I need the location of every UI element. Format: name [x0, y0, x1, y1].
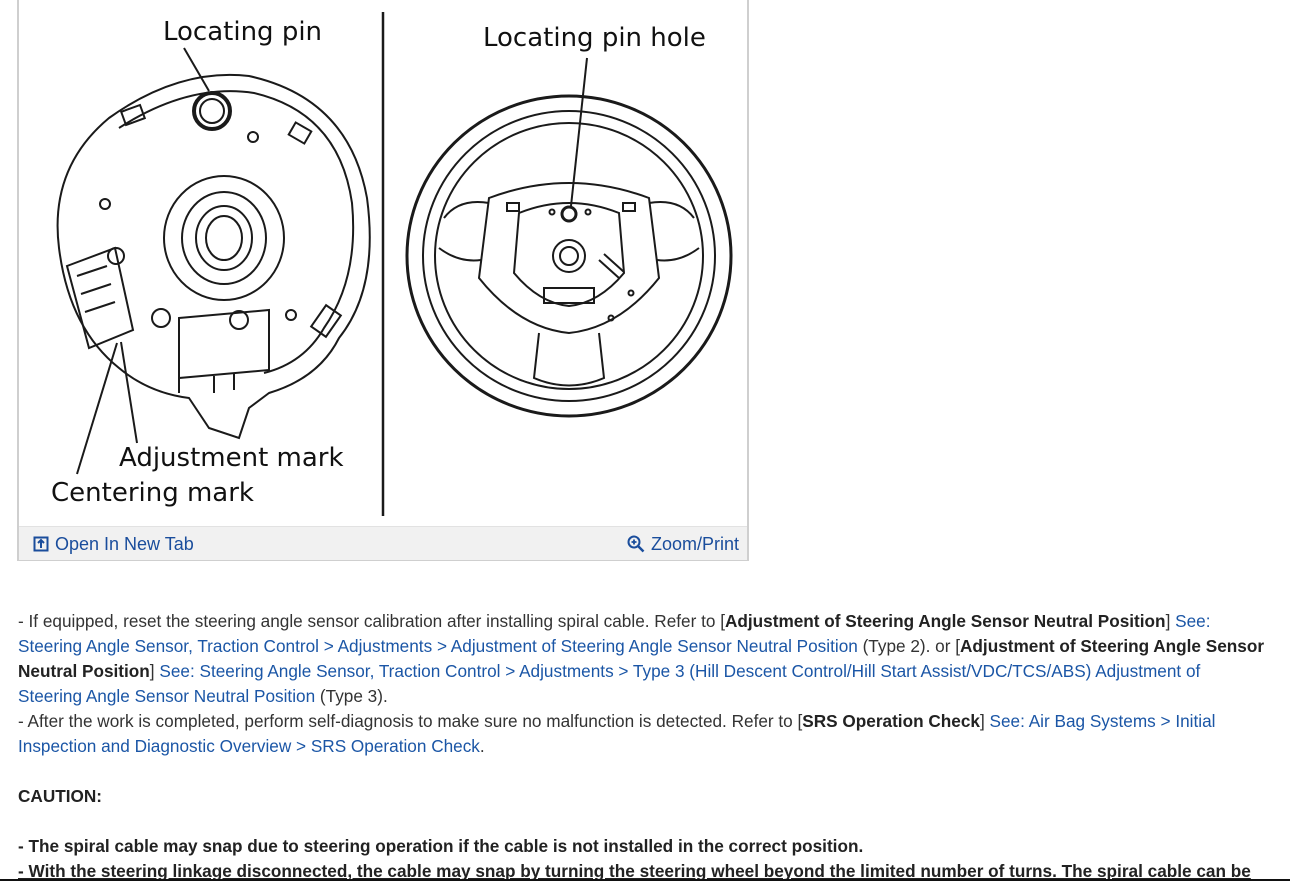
text-fragment: ] [149, 661, 160, 681]
open-in-new-tab-icon [33, 536, 49, 552]
text-fragment: ] [1165, 611, 1176, 631]
figure-container: Locating pin Locating pin hole Adjustmen… [17, 0, 749, 561]
label-centering-mark: Centering mark [51, 478, 254, 508]
procedure-text: - If equipped, reset the steering angle … [18, 609, 1268, 884]
label-locating-pin-hole: Locating pin hole [483, 23, 706, 53]
zoom-print-button[interactable]: Zoom/Print [627, 533, 739, 555]
zoom-in-icon [627, 535, 645, 553]
caution-item-text: - With the steering linkage disconnected… [18, 861, 1251, 881]
link-steering-angle-type3[interactable]: See: Steering Angle Sensor, Traction Con… [18, 661, 1200, 706]
caution-item: - The spiral cable may snap due to steer… [18, 836, 864, 856]
calibration-note: - If equipped, reset the steering angle … [18, 609, 1268, 709]
self-diagnosis-note: - After the work is completed, perform s… [18, 709, 1268, 759]
spiral-cable-diagram: Locating pin Locating pin hole Adjustmen… [19, 0, 747, 526]
text-fragment: - If equipped, reset the steering angle … [18, 611, 725, 631]
text-fragment: (Type 2). or [ [857, 636, 961, 656]
caution-heading: CAUTION: [18, 786, 103, 806]
label-adjustment-mark: Adjustment mark [119, 443, 344, 473]
zoom-print-label: Zoom/Print [650, 533, 739, 554]
figure-toolbar: Open In New Tab Zoom/Print [19, 526, 747, 560]
text-fragment: . [479, 736, 485, 756]
reference-title: Adjustment of Steering Angle Sensor Neut… [725, 611, 1166, 631]
reference-title: SRS Operation Check [802, 711, 980, 731]
label-locating-pin: Locating pin [163, 17, 322, 47]
text-fragment: - After the work is completed, perform s… [18, 711, 803, 731]
open-in-new-tab-button[interactable]: Open In New Tab [33, 533, 194, 555]
open-in-new-tab-label: Open In New Tab [55, 533, 194, 554]
text-fragment: ] [979, 711, 990, 731]
text-fragment: (Type 3). [315, 686, 388, 706]
